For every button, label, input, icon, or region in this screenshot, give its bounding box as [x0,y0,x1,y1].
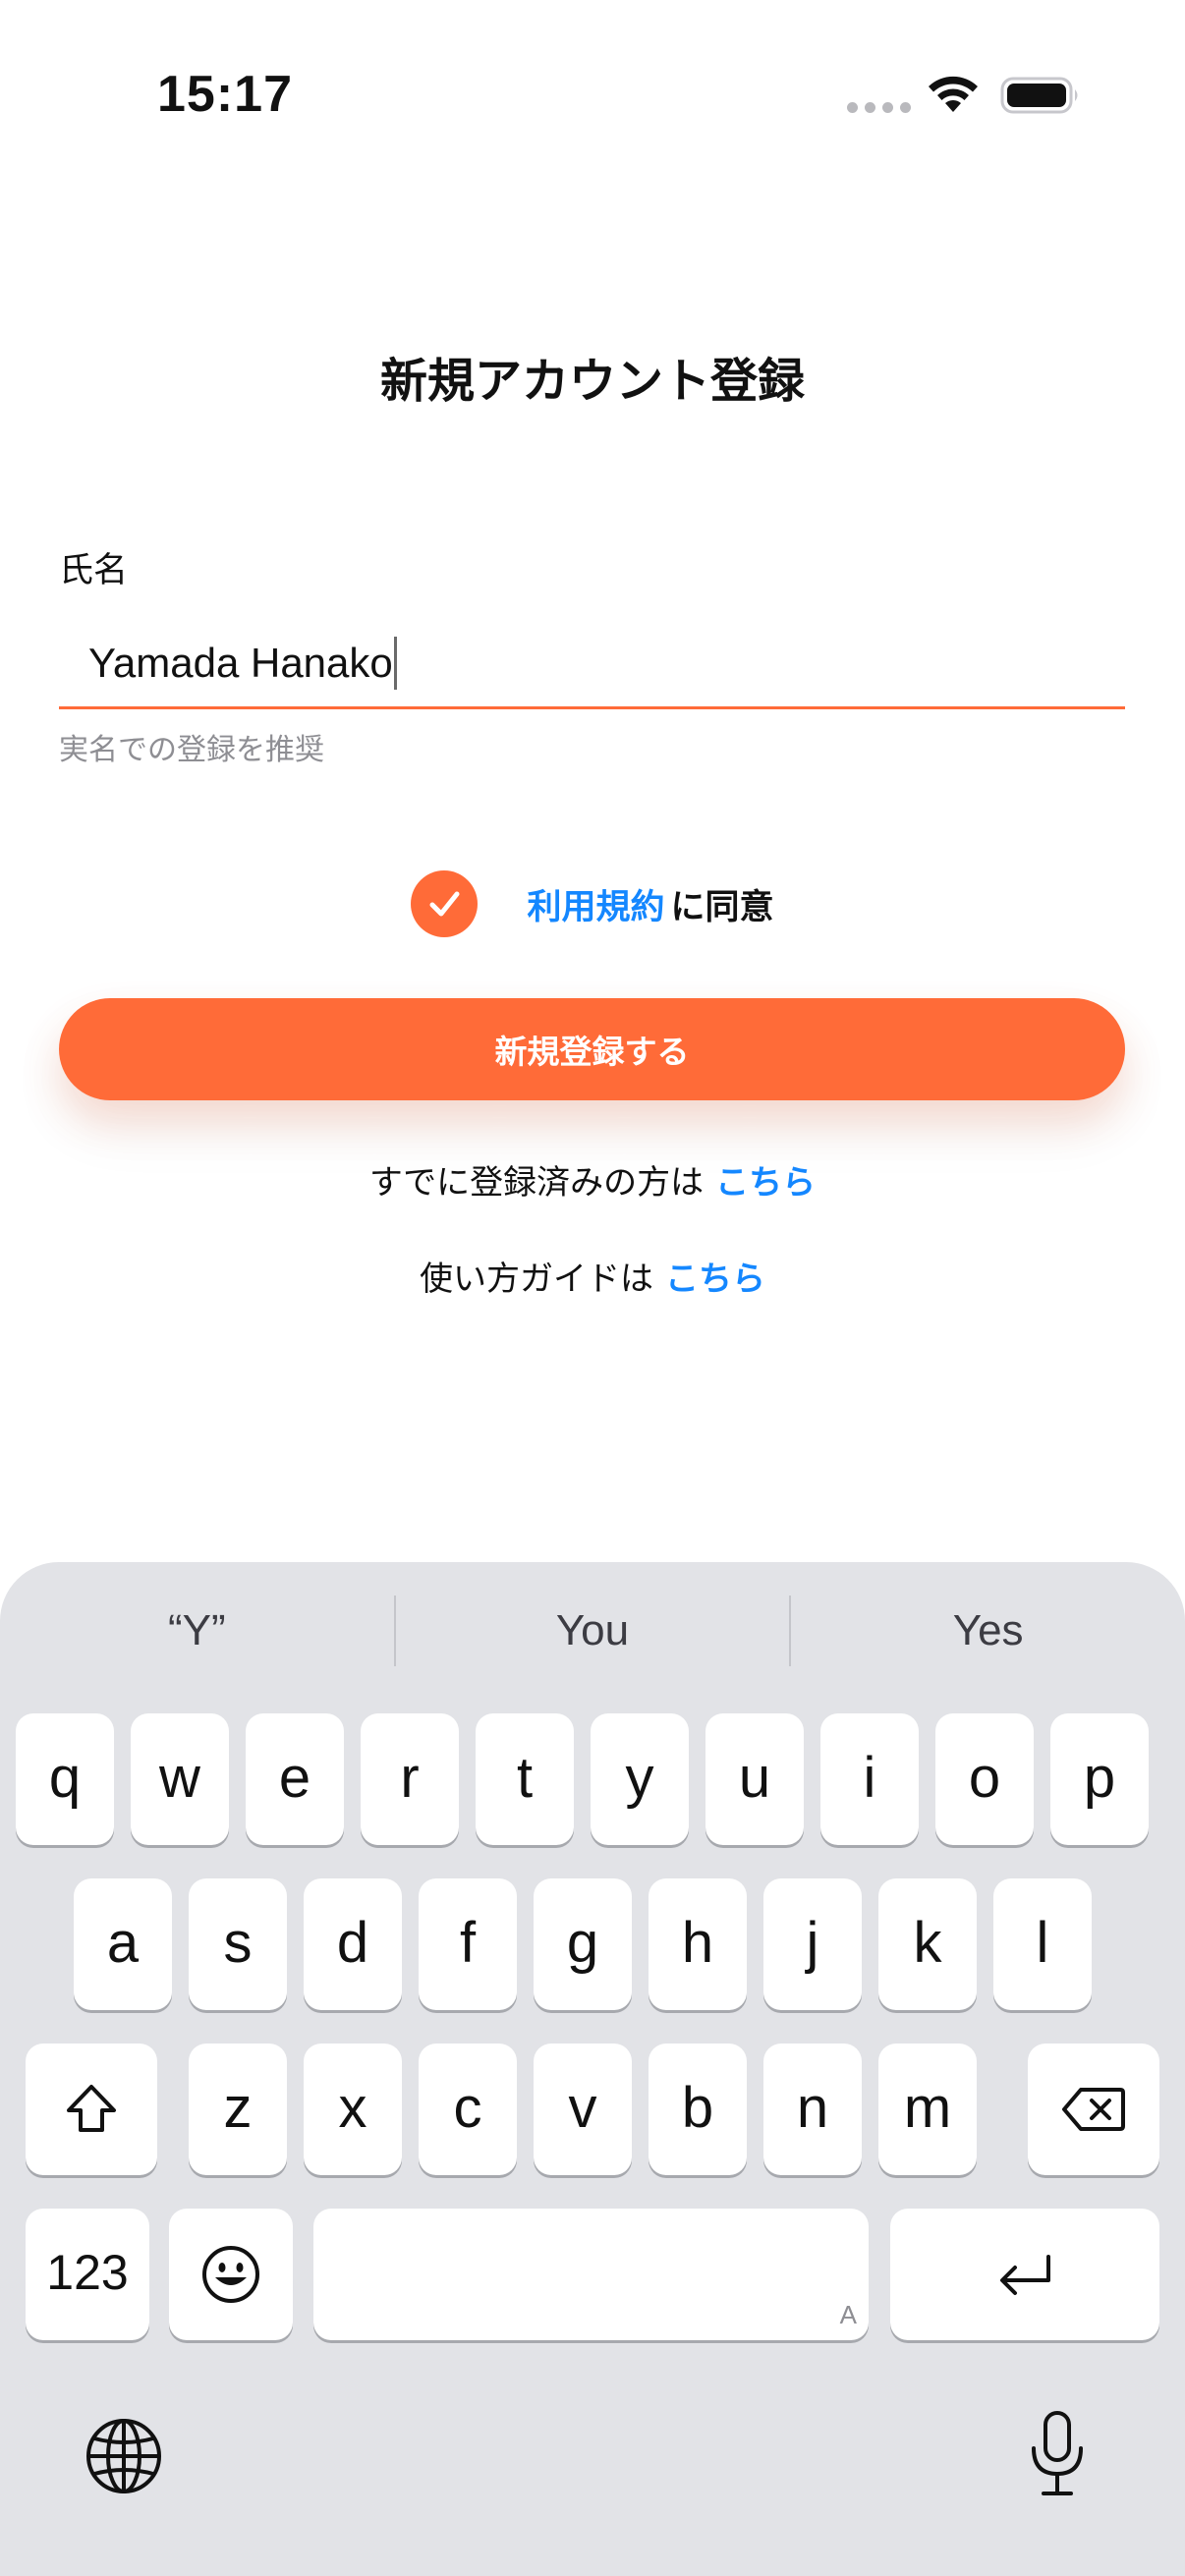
key-x[interactable]: x [304,2044,402,2175]
key-label: n [796,2075,829,2140]
shift-icon [67,2085,116,2132]
key-y[interactable]: y [591,1713,689,1845]
key-label: w [159,1745,200,1810]
space-key-hint: A [839,2300,857,2329]
key-e[interactable]: e [246,1713,344,1845]
numbers-key[interactable]: 123 [26,2209,149,2340]
key-label: 123 [46,2245,129,2300]
key-t[interactable]: t [476,1713,574,1845]
page-title: 新規アカウント登録 [379,354,805,409]
key-label: a [106,1910,140,1975]
login-prompt: すでに登録済みの方は こちら [0,1155,1185,1204]
key-label: x [338,2075,367,2140]
return-key[interactable] [890,2209,1159,2340]
name-input-value: Yamada Hanako [88,639,393,686]
key-n[interactable]: n [763,2044,862,2175]
key-label: j [806,1910,819,1975]
terms-agree-text: に同意 [670,887,774,927]
status-bar: 15:17 [0,0,1185,187]
key-label: y [625,1745,654,1810]
key-label: h [681,1910,714,1975]
key-k[interactable]: k [878,1878,977,2010]
signal-dots-icon [847,102,911,113]
wifi-icon [929,76,978,112]
key-b[interactable]: b [649,2044,747,2175]
key-label: e [278,1745,311,1810]
terms-agreement-row: 利用規約 に同意 [0,865,1185,943]
guide-prompt-text: 使い方ガイドは [420,1260,653,1299]
key-label: i [863,1745,876,1810]
login-prompt-text: すでに登録済みの方は [368,1163,705,1203]
key-a[interactable]: a [74,1878,172,2010]
key-v[interactable]: v [534,2044,632,2175]
key-label: l [1036,1910,1049,1975]
keyboard: “Y” You Yes q w e r t y u i o p a s d f … [0,1562,1185,2576]
key-l[interactable]: l [993,1878,1092,2010]
return-icon [1000,2255,1050,2295]
terms-checkbox[interactable] [411,870,479,937]
checkmark-icon [429,891,460,917]
key-f[interactable]: f [419,1878,517,2010]
key-label: p [1083,1745,1116,1810]
register-button[interactable]: 新規登録する [59,998,1125,1100]
key-s[interactable]: s [189,1878,287,2010]
key-h[interactable]: h [649,1878,747,2010]
key-q[interactable]: q [16,1713,114,1845]
key-label: q [48,1745,82,1810]
key-z[interactable]: z [189,2044,287,2175]
key-j[interactable]: j [763,1878,862,2010]
key-label: g [566,1910,599,1975]
name-input[interactable]: Yamada Hanako [59,619,1125,709]
key-label: s [223,1910,253,1975]
terms-link[interactable]: 利用規約 [527,879,664,929]
text-caret [393,636,397,690]
key-r[interactable]: r [361,1713,459,1845]
suggestion-item[interactable]: “Y” [0,1592,394,1670]
key-label: t [516,1745,534,1810]
suggestion-bar: “Y” You Yes [0,1592,1185,1670]
name-field-label: 氏名 [59,551,129,590]
key-w[interactable]: w [131,1713,229,1845]
key-d[interactable]: d [304,1878,402,2010]
key-label: u [738,1745,771,1810]
status-time: 15:17 [157,66,293,123]
guide-link[interactable]: こちら [665,1260,765,1299]
key-label: d [336,1910,369,1975]
key-m[interactable]: m [878,2044,977,2175]
key-label: r [400,1745,420,1810]
key-label: b [681,2075,714,2140]
globe-icon[interactable] [85,2417,163,2495]
microphone-icon[interactable] [1026,2409,1089,2499]
key-label: f [459,1910,477,1975]
key-u[interactable]: u [705,1713,804,1845]
key-label: m [903,2075,952,2140]
backspace-icon [1062,2088,1125,2131]
suggestion-item[interactable]: Yes [791,1592,1185,1670]
key-label: c [453,2075,482,2140]
shift-key[interactable] [26,2044,157,2175]
emoji-icon [202,2246,259,2303]
backspace-key[interactable] [1028,2044,1159,2175]
battery-icon [1000,77,1078,114]
key-o[interactable]: o [935,1713,1034,1845]
guide-prompt: 使い方ガイドは こちら [0,1252,1185,1300]
key-label: o [968,1745,1001,1810]
emoji-key[interactable] [169,2209,293,2340]
login-link[interactable]: こちら [715,1163,816,1203]
key-c[interactable]: c [419,2044,517,2175]
name-field-hint: 実名での登録を推奨 [59,733,324,767]
key-label: v [568,2075,597,2140]
key-label: k [913,1910,942,1975]
suggestion-item[interactable]: You [396,1592,790,1670]
space-key[interactable]: A [313,2209,869,2340]
key-g[interactable]: g [534,1878,632,2010]
key-p[interactable]: p [1050,1713,1149,1845]
key-i[interactable]: i [820,1713,919,1845]
key-label: z [223,2075,253,2140]
